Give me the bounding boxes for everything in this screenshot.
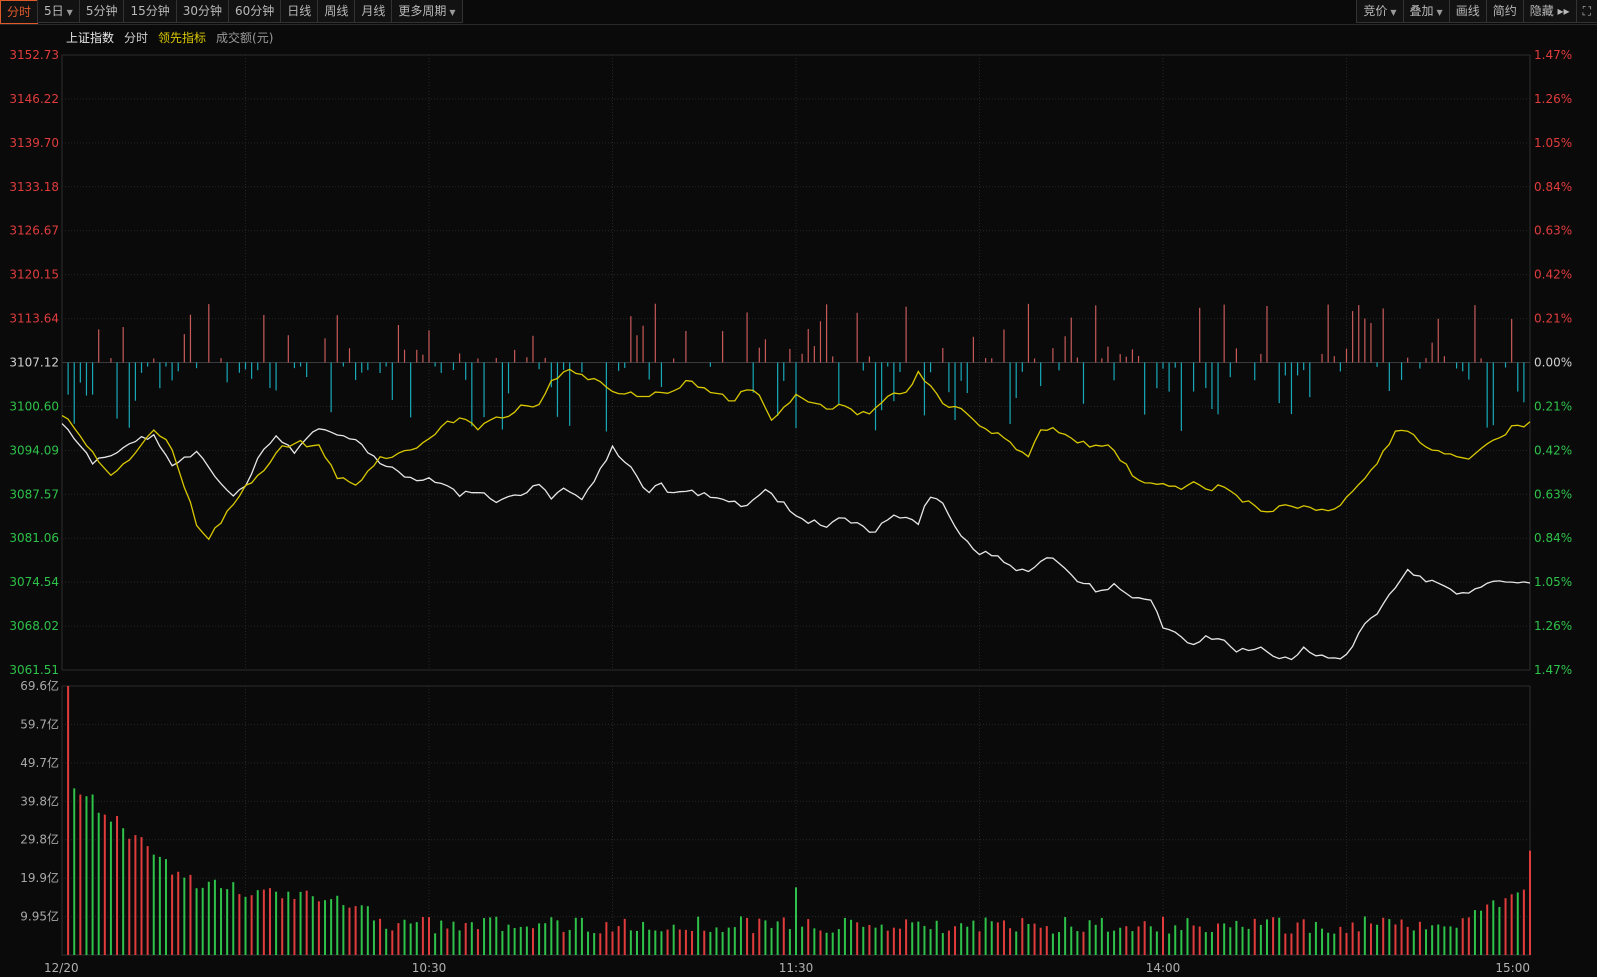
price-tick-label: 3087.57 [9,487,59,501]
price-tick-label: 3107.12 [9,356,59,370]
volume-tick-label: 69.6亿 [20,678,59,693]
price-tick-label: 3074.54 [9,575,59,589]
intraday-chart[interactable]: 3152.73 1.47% 3146.22 1.26% 3139.70 1.05% 3133… [0,0,1597,977]
percent-tick-label: 0.21% [1534,399,1572,413]
price-tick-label: 3061.51 [9,663,59,677]
x-axis-label: 15:00 [1495,961,1530,975]
percent-tick-label: 1.05% [1534,136,1572,150]
percent-tick-label: 1.05% [1534,575,1572,589]
x-axis-label: 11:30 [779,961,814,975]
x-axis-label: 10:30 [412,961,447,975]
price-tick-label: 3152.73 [9,48,59,62]
volume-tick-label: 59.7亿 [20,716,59,731]
percent-tick-label: 0.42% [1534,268,1572,282]
volume-tick-label: 9.95亿 [20,909,59,924]
volume-tick-label: 19.9亿 [20,870,59,885]
percent-tick-label: 0.21% [1534,312,1572,326]
price-tick-label: 3113.64 [9,312,59,326]
percent-tick-label: 1.26% [1534,619,1572,633]
volume-tick-label: 29.8亿 [20,832,59,847]
percent-tick-label: 1.47% [1534,663,1572,677]
percent-tick-label: 0.00% [1534,356,1572,370]
percent-tick-label: 0.42% [1534,443,1572,457]
price-tick-label: 3126.67 [9,224,59,238]
x-axis-label: 14:00 [1146,961,1181,975]
price-tick-label: 3068.02 [9,619,59,633]
volume-tick-label: 39.8亿 [20,793,59,808]
percent-tick-label: 0.84% [1534,180,1572,194]
price-tick-label: 3094.09 [9,443,59,457]
price-tick-label: 3146.22 [9,92,59,106]
percent-tick-label: 1.26% [1534,92,1572,106]
x-axis-label: 12/20 [44,961,79,975]
volume-tick-label: 49.7亿 [20,755,59,770]
percent-tick-label: 1.47% [1534,48,1572,62]
price-tick-label: 3133.18 [9,180,59,194]
percent-tick-label: 0.84% [1534,531,1572,545]
price-tick-label: 3100.60 [9,399,59,413]
price-tick-label: 3120.15 [9,268,59,282]
percent-tick-label: 0.63% [1534,487,1572,501]
price-tick-label: 3081.06 [9,531,59,545]
price-tick-label: 3139.70 [9,136,59,150]
percent-tick-label: 0.63% [1534,224,1572,238]
